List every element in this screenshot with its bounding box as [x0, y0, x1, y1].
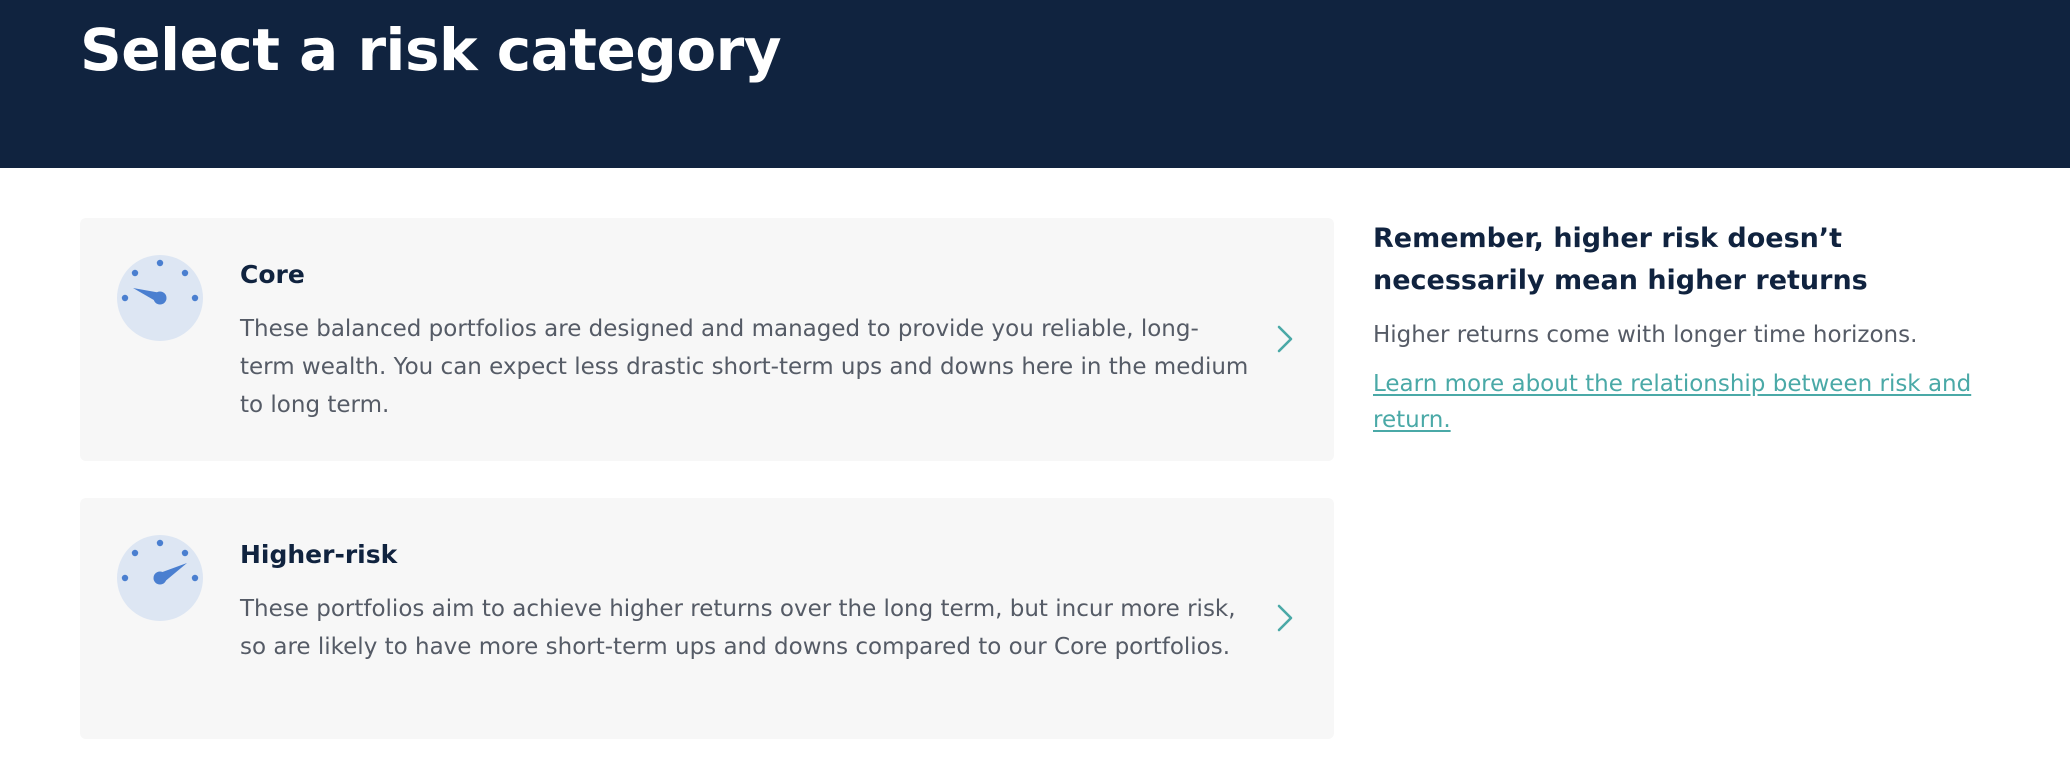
card-description-higher-risk: These portfolios aim to achieve higher r…: [240, 596, 1236, 660]
card-title-core: Core: [240, 260, 305, 289]
chevron-right-icon[interactable]: [1270, 598, 1300, 638]
risk-reminder-text: Higher returns come with longer time hor…: [1373, 322, 1918, 348]
card-description-core: These balanced portfolios are designed a…: [240, 316, 1249, 418]
page-title: Select a risk category: [80, 16, 782, 84]
card-title-higher-risk: Higher-risk: [240, 540, 398, 569]
dial-low-risk-icon: [117, 255, 203, 341]
risk-reminder-heading: Remember, higher risk doesn’t necessaril…: [1373, 223, 1868, 296]
chevron-right-icon[interactable]: [1270, 319, 1300, 359]
risk-option-higher-risk[interactable]: Higher-risk These portfolios aim to achi…: [80, 498, 1334, 739]
dial-high-risk-icon: [117, 535, 203, 621]
learn-more-link[interactable]: Learn more about the relationship betwee…: [1373, 366, 2013, 438]
risk-option-core[interactable]: Core These balanced portfolios are desig…: [80, 218, 1334, 461]
page-header: Select a risk category: [0, 0, 2070, 168]
